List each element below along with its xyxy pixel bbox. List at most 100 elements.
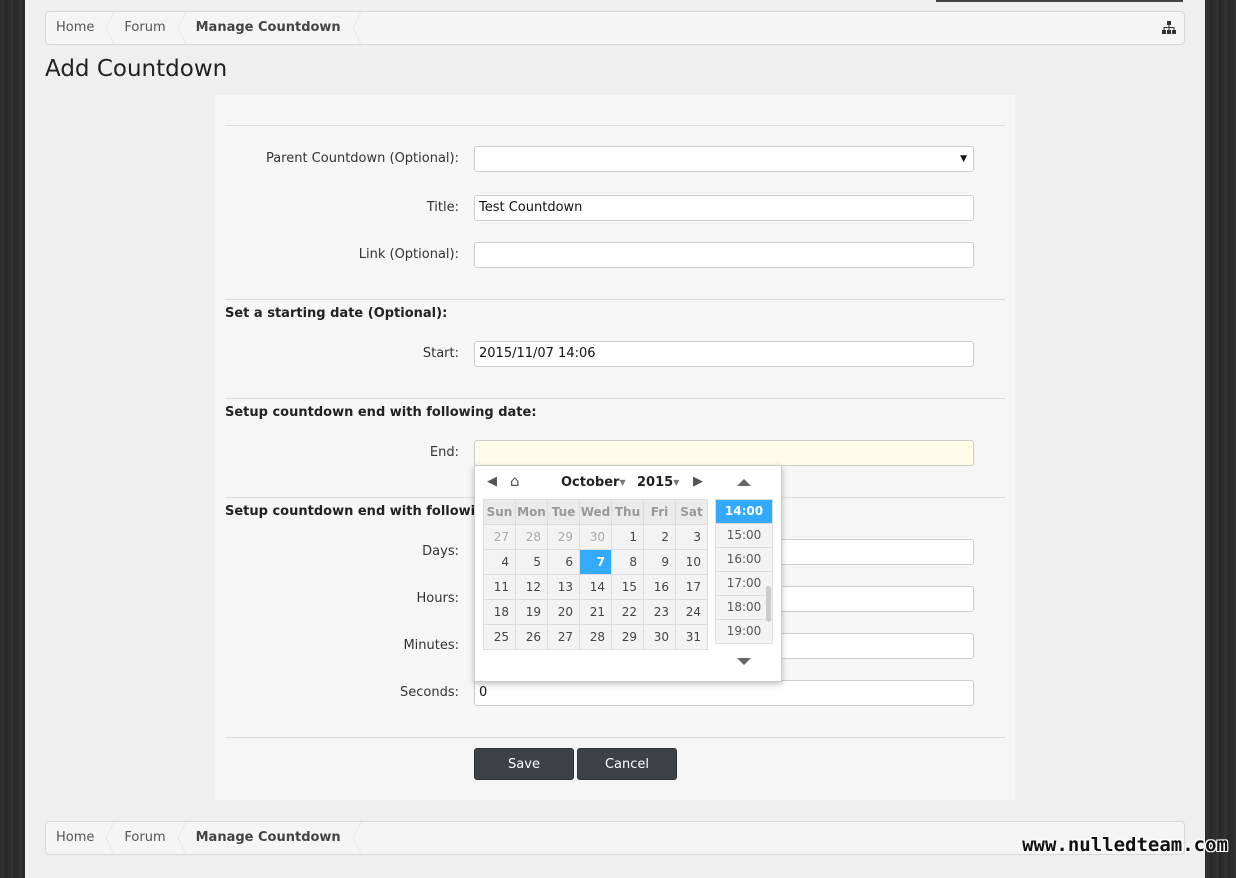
datepicker-popup: ◀ ⌂ October▼ 2015▼ ▶ Sun Mon Tue Wed Thu Fri S… xyxy=(474,465,782,682)
watermark: www.nulledteam.com xyxy=(1022,834,1228,856)
breadcrumb-current[interactable]: Manage Countdown xyxy=(186,822,361,854)
calendar-day[interactable]: 9 xyxy=(643,549,676,575)
end-input[interactable] xyxy=(474,440,974,466)
link-input[interactable] xyxy=(474,242,974,268)
month-label: October xyxy=(561,475,620,490)
time-option[interactable]: 14:00 xyxy=(715,499,773,524)
calendar-day[interactable]: 10 xyxy=(675,549,708,575)
calendar-day[interactable]: 14 xyxy=(579,574,612,600)
calendar-day[interactable]: 27 xyxy=(483,524,516,550)
end-duration-section-title: Setup countdown end with following d xyxy=(225,504,508,519)
home-icon[interactable]: ⌂ xyxy=(510,472,520,490)
breadcrumb-home[interactable]: Home xyxy=(46,12,115,44)
calendar-day[interactable]: 18 xyxy=(483,599,516,625)
calendar-day[interactable]: 27 xyxy=(547,624,580,650)
countdown-form: Parent Countdown (Optional): ▼ Title: Te… xyxy=(215,95,1015,800)
time-scroll-up-icon[interactable] xyxy=(737,479,751,486)
calendar-day[interactable]: 26 xyxy=(515,624,548,650)
time-option[interactable]: 18:00 xyxy=(715,595,773,620)
calendar-day[interactable]: 29 xyxy=(547,524,580,550)
top-bar-edge xyxy=(936,0,1183,2)
calendar-day[interactable]: 30 xyxy=(579,524,612,550)
start-label: Start: xyxy=(422,346,459,361)
prev-month-icon[interactable]: ◀ xyxy=(487,474,497,489)
page: Home Forum Manage Countdown Add Countdow… xyxy=(25,0,1205,878)
hours-label: Hours: xyxy=(416,591,459,606)
start-section-title: Set a starting date (Optional): xyxy=(225,306,448,321)
calendar-day[interactable]: 7 xyxy=(579,549,612,575)
calendar-day[interactable]: 28 xyxy=(579,624,612,650)
calendar-day[interactable]: 23 xyxy=(643,599,676,625)
calendar-grid: Sun Mon Tue Wed Thu Fri Sat 27 28 29 30 1 2 3 4 5 6 7 8 9 1… xyxy=(483,499,708,650)
divider xyxy=(225,125,1005,126)
parent-countdown-label: Parent Countdown (Optional): xyxy=(265,151,459,166)
calendar-day[interactable]: 17 xyxy=(675,574,708,600)
cancel-button[interactable]: Cancel xyxy=(577,748,677,780)
title-input[interactable]: Test Countdown xyxy=(474,195,974,221)
breadcrumb-bottom: Home Forum Manage Countdown xyxy=(45,821,1185,855)
breadcrumb-home[interactable]: Home xyxy=(46,822,115,854)
divider xyxy=(225,299,1005,300)
year-select[interactable]: 2015▼ xyxy=(637,475,679,490)
calendar-day[interactable]: 2 xyxy=(643,524,676,550)
chevron-down-icon: ▼ xyxy=(960,154,967,164)
calendar-day[interactable]: 24 xyxy=(675,599,708,625)
calendar-day[interactable]: 3 xyxy=(675,524,708,550)
right-background xyxy=(1205,0,1236,878)
link-label: Link (Optional): xyxy=(358,247,459,262)
next-month-icon[interactable]: ▶ xyxy=(693,474,703,489)
calendar-day[interactable]: 1 xyxy=(611,524,644,550)
time-option[interactable]: 19:00 xyxy=(715,619,773,644)
breadcrumb-forum[interactable]: Forum xyxy=(114,822,186,854)
calendar-day[interactable]: 5 xyxy=(515,549,548,575)
calendar-day[interactable]: 13 xyxy=(547,574,580,600)
weekday-header: Mon xyxy=(515,499,548,525)
weekday-header: Thu xyxy=(611,499,644,525)
calendar-day[interactable]: 12 xyxy=(515,574,548,600)
time-list: 14:00 15:00 16:00 17:00 18:00 19:00 xyxy=(715,499,773,649)
calendar-day[interactable]: 29 xyxy=(611,624,644,650)
weekday-header: Wed xyxy=(579,499,612,525)
year-caret-icon: ▼ xyxy=(673,478,680,487)
breadcrumb-forum[interactable]: Forum xyxy=(114,12,186,44)
calendar-day[interactable]: 30 xyxy=(643,624,676,650)
month-caret-icon: ▼ xyxy=(619,478,626,487)
calendar-day[interactable]: 6 xyxy=(547,549,580,575)
calendar-day[interactable]: 19 xyxy=(515,599,548,625)
calendar-day[interactable]: 15 xyxy=(611,574,644,600)
time-option[interactable]: 16:00 xyxy=(715,547,773,572)
calendar-day[interactable]: 11 xyxy=(483,574,516,600)
calendar-day[interactable]: 31 xyxy=(675,624,708,650)
calendar-day[interactable]: 22 xyxy=(611,599,644,625)
calendar-day[interactable]: 25 xyxy=(483,624,516,650)
calendar-day[interactable]: 21 xyxy=(579,599,612,625)
time-scrollbar[interactable] xyxy=(766,586,771,622)
seconds-input[interactable]: 0 xyxy=(474,680,974,706)
divider xyxy=(225,398,1005,399)
seconds-label: Seconds: xyxy=(400,685,459,700)
parent-countdown-select[interactable]: ▼ xyxy=(474,146,974,172)
save-button[interactable]: Save xyxy=(474,748,574,780)
days-label: Days: xyxy=(422,544,459,559)
weekday-header: Sun xyxy=(483,499,516,525)
calendar-day[interactable]: 16 xyxy=(643,574,676,600)
breadcrumb-current[interactable]: Manage Countdown xyxy=(186,12,361,44)
calendar-day[interactable]: 4 xyxy=(483,549,516,575)
divider xyxy=(225,737,1005,738)
calendar-day[interactable]: 20 xyxy=(547,599,580,625)
calendar-day[interactable]: 28 xyxy=(515,524,548,550)
left-background xyxy=(0,0,25,878)
start-input[interactable]: 2015/11/07 14:06 xyxy=(474,341,974,367)
end-label: End: xyxy=(429,445,459,460)
sitemap-icon[interactable] xyxy=(1162,21,1176,35)
time-option[interactable]: 15:00 xyxy=(715,523,773,548)
month-select[interactable]: October▼ xyxy=(561,475,626,490)
page-title: Add Countdown xyxy=(45,56,228,82)
weekday-header: Tue xyxy=(547,499,580,525)
weekday-header: Fri xyxy=(643,499,676,525)
minutes-label: Minutes: xyxy=(403,638,459,653)
time-scroll-down-icon[interactable] xyxy=(737,658,751,665)
title-label: Title: xyxy=(426,200,459,215)
time-option[interactable]: 17:00 xyxy=(715,571,773,596)
calendar-day[interactable]: 8 xyxy=(611,549,644,575)
